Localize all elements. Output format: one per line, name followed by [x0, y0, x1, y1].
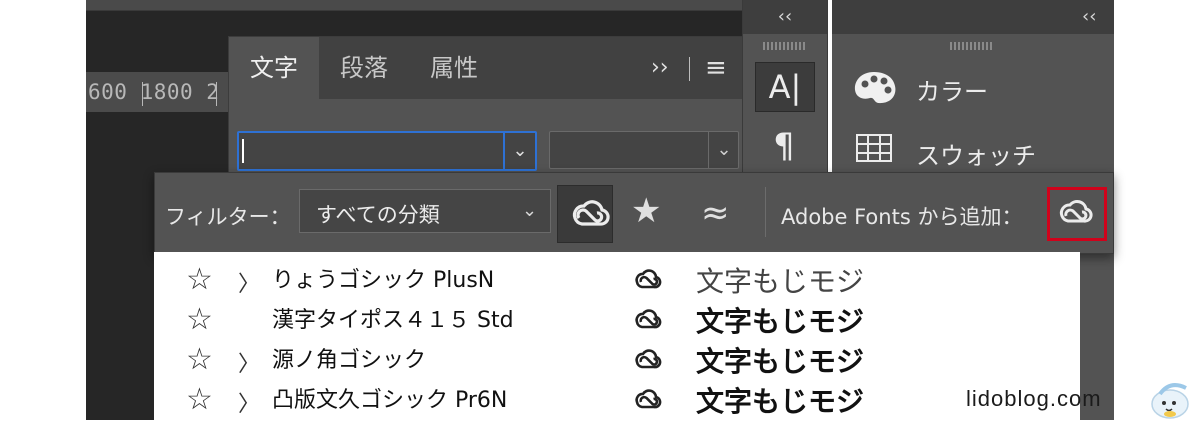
palette-icon[interactable]	[852, 70, 898, 110]
creative-cloud-icon	[635, 309, 662, 329]
chevron-down-icon: ⌄	[512, 140, 528, 161]
star-outline-icon[interactable]: ☆	[186, 304, 213, 336]
expand-chevron-icon[interactable]: 〉	[238, 386, 260, 418]
text-cursor	[242, 139, 244, 163]
panel-tab-bar: 文字 段落 属性 ›› ≡	[229, 37, 743, 99]
filter-divider	[765, 187, 766, 237]
collapse-icon[interactable]: ‹‹	[743, 0, 827, 34]
filter-label: フィルター：	[165, 205, 291, 229]
font-list-item[interactable]: ☆ 漢字タイポス４１５ Std 文字もじモジ	[154, 300, 1080, 340]
font-list: ☆ 〉 りょうゴシック PlusN 文字もじモジ ☆ 漢字タイポス４１５ Std…	[154, 252, 1080, 420]
drag-grip-icon[interactable]	[763, 42, 807, 50]
font-sample: 文字もじモジ	[696, 385, 865, 418]
swatches-panel-label[interactable]: スウォッチ	[916, 136, 1036, 171]
drag-grip-icon[interactable]	[950, 42, 994, 50]
creative-cloud-icon	[572, 200, 610, 226]
dock-header: ‹‹	[832, 0, 1114, 34]
tab-character[interactable]: 文字	[229, 37, 319, 99]
font-list-item[interactable]: ☆ 〉 凸版文久ゴシック Pr6N 文字もじモジ	[154, 380, 1080, 420]
chevron-down-icon: ⌄	[716, 139, 732, 160]
paragraph-panel-icon[interactable]: ¶	[755, 126, 813, 166]
tab-paragraph[interactable]: 段落	[319, 37, 409, 99]
expand-panels-icon[interactable]: ››	[651, 55, 669, 80]
font-sample: 文字もじモジ	[696, 265, 865, 298]
color-panel-label[interactable]: カラー	[916, 72, 988, 107]
font-list-item[interactable]: ☆ 〉 りょうゴシック PlusN 文字もじモジ	[154, 260, 1080, 300]
star-outline-icon[interactable]: ☆	[186, 344, 213, 376]
star-outline-icon[interactable]: ☆	[186, 264, 213, 296]
character-panel: 文字 段落 属性 ›› ≡ ⌄ ⌄	[228, 36, 744, 178]
watermark: lidoblog.com	[966, 386, 1102, 411]
panel-menu-icon[interactable]: ≡	[705, 53, 727, 83]
expand-chevron-icon[interactable]: 〉	[238, 266, 260, 298]
ruler-tick	[142, 82, 143, 106]
star-outline-icon[interactable]: ☆	[186, 384, 213, 416]
font-style-dropdown-button[interactable]: ⌄	[708, 132, 739, 168]
classification-select[interactable]: すべての分類 ⌄	[299, 189, 551, 233]
page-margin	[1114, 0, 1200, 420]
tab-properties[interactable]: 属性	[409, 37, 499, 99]
font-sample: 文字もじモジ	[696, 305, 865, 338]
creative-cloud-icon	[635, 349, 662, 369]
strip-header: ‹‹	[743, 0, 827, 34]
font-name: りょうゴシック PlusN	[272, 268, 495, 293]
font-family-dropdown-button[interactable]: ⌄	[503, 133, 535, 169]
creative-cloud-icon	[635, 269, 662, 289]
top-edge	[86, 0, 742, 11]
font-name: 源ノ角ゴシック	[272, 348, 427, 373]
mascot-logo-icon	[1146, 378, 1196, 424]
font-family-input[interactable]: ⌄	[237, 131, 537, 171]
similar-fonts-icon[interactable]: ≈	[701, 193, 730, 233]
collapse-icon[interactable]: ‹‹	[1082, 0, 1096, 34]
font-style-select[interactable]: ⌄	[549, 131, 739, 169]
horizontal-ruler: 600 1800 2	[86, 72, 230, 112]
adobe-fonts-label: Adobe Fonts から追加：	[781, 205, 1023, 229]
creative-cloud-icon	[1059, 200, 1093, 223]
chevron-down-icon: ⌄	[522, 200, 538, 221]
expand-chevron-icon[interactable]: 〉	[238, 346, 260, 378]
creative-cloud-icon	[635, 389, 662, 409]
font-name: 凸版文久ゴシック Pr6N	[272, 388, 508, 413]
font-name: 漢字タイポス４１５ Std	[272, 308, 514, 333]
creative-cloud-filter-button[interactable]	[557, 185, 613, 243]
character-panel-icon[interactable]: A|	[755, 62, 815, 112]
font-filter-bar: フィルター： すべての分類 ⌄ ★ ≈ Adobe Fonts から追加：	[154, 172, 1114, 254]
classification-value: すべての分類	[316, 203, 440, 227]
swatch-grid-icon[interactable]	[856, 134, 892, 166]
tab-divider	[689, 57, 690, 81]
font-sample: 文字もじモジ	[696, 345, 865, 378]
add-adobe-fonts-button[interactable]	[1047, 187, 1107, 241]
ruler-tick	[216, 82, 217, 106]
font-list-item[interactable]: ☆ 〉 源ノ角ゴシック 文字もじモジ	[154, 340, 1080, 380]
ruler-numbers: 600 1800 2	[88, 80, 220, 104]
favorites-filter-icon[interactable]: ★	[631, 191, 661, 231]
